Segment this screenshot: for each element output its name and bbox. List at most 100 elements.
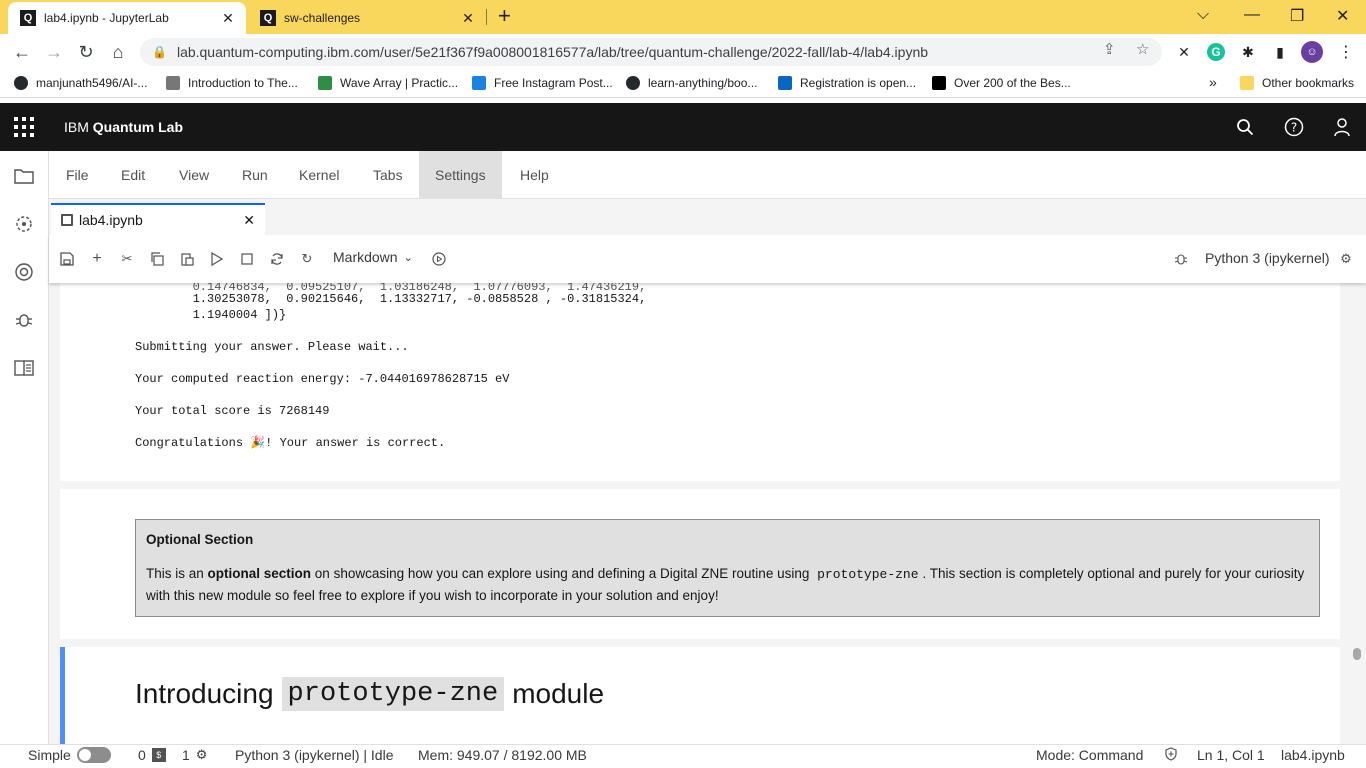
close-tab-icon[interactable]: ✕ [243,212,255,229]
markdown-cell-heading[interactable]: Introducing prototype-zne module [60,647,1340,744]
browser-tab-jupyterlab[interactable]: Q lab4.ipynb - JupyterLab ✕ [8,2,246,34]
home-icon[interactable]: ⌂ [107,41,129,63]
terminals-count[interactable]: 0 $ [138,747,166,763]
restart-kernel-icon[interactable] [268,250,286,268]
qiskit-favicon-icon: Q [260,10,276,26]
close-tab-icon[interactable]: ✕ [220,10,236,27]
restore-icon[interactable]: ❐ [1290,6,1304,26]
add-cell-icon[interactable]: + [88,250,106,268]
chrome-menu-icon[interactable]: ⋮ [1337,43,1355,61]
share-icon[interactable]: ⇪ [1103,40,1116,58]
svg-text:?: ? [1291,121,1297,135]
cursor-position[interactable]: Ln 1, Col 1 [1197,747,1265,763]
save-icon[interactable] [58,250,76,268]
medium-icon [932,76,946,90]
tab-search-chevron-icon[interactable]: ⌵ [1197,6,1209,24]
browser-tab-strip: Q lab4.ipynb - JupyterLab ✕ Q sw-challen… [0,0,1366,34]
table-of-contents-icon[interactable] [13,357,35,379]
running-sessions-icon[interactable] [13,213,35,235]
stop-circle-icon[interactable] [13,261,35,283]
qiskit-favicon-icon: Q [20,10,36,26]
more-bookmarks-chevron-icon[interactable]: » [1209,74,1217,90]
debugger-bug-icon[interactable] [13,309,35,331]
jupyter-menu-bar: File Edit View Run Kernel Tabs Settings … [49,151,1366,199]
menu-run[interactable]: Run [226,151,284,199]
execution-time-icon[interactable] [430,250,448,268]
status-filename: lab4.ipynb [1281,747,1345,763]
menu-kernel[interactable]: Kernel [283,151,355,199]
new-tab-button[interactable]: + [498,5,511,27]
other-bookmarks-folder[interactable]: Other bookmarks [1240,76,1354,90]
bookmark-label: Introduction to The... [188,76,298,90]
copy-icon[interactable] [148,250,166,268]
cut-icon[interactable]: ✂ [118,250,136,268]
bookmark-item[interactable]: Free Instagram Post... [472,76,613,90]
reload-icon[interactable]: ↻ [75,41,97,63]
bookmark-item[interactable]: manjunath5496/AI-... [14,76,147,90]
debug-bug-icon[interactable] [1172,250,1190,268]
kernel-name[interactable]: Python 3 (ipykernel) [1205,250,1330,266]
kernels-count[interactable]: 1 ⚙ [182,747,207,763]
bookmark-item[interactable]: learn-anything/boo... [626,76,757,90]
bookmark-item[interactable]: Introduction to The... [166,76,298,90]
back-arrow-icon[interactable]: ← [11,41,33,63]
app-switcher-icon[interactable] [14,117,34,137]
menu-help[interactable]: Help [504,151,565,199]
simple-mode-toggle[interactable]: Simple [28,747,111,763]
menu-edit[interactable]: Edit [105,151,161,199]
search-icon[interactable] [1233,115,1257,139]
user-icon[interactable] [1330,115,1354,139]
grammarly-extension-icon[interactable]: G [1207,43,1225,61]
ibm-quantum-lab-title[interactable]: IBM Quantum Lab [64,119,183,135]
document-tab-bar: lab4.ipynb ✕ [49,199,1366,235]
kernel-status-icon: ⚙ [1340,251,1352,266]
help-icon[interactable]: ? [1282,115,1306,139]
optional-section-box: Optional Section This is an optional sec… [135,519,1320,617]
gfg-icon [318,76,332,90]
menu-file[interactable]: File [50,151,105,199]
paste-icon[interactable] [178,250,196,268]
x-extension-icon[interactable]: ✕ [1175,43,1193,61]
interrupt-stop-icon[interactable] [238,250,256,268]
side-panel-icon[interactable]: ▮ [1271,43,1289,61]
close-tab-icon[interactable]: ✕ [460,10,476,27]
bookmark-label: Registration is open... [800,76,917,90]
bookmark-label: Free Instagram Post... [494,76,613,90]
output-line: Your computed reaction energy: -7.044016… [135,372,510,386]
profile-avatar[interactable]: ☺ [1301,41,1323,63]
run-cell-play-icon[interactable] [208,250,226,268]
kernel-status[interactable]: Python 3 (ipykernel) | Idle [235,747,394,763]
file-browser-folder-icon[interactable] [13,165,35,187]
output-line: Submitting your answer. Please wait... [135,340,409,354]
doc-tab-label: lab4.ipynb [79,212,143,228]
close-window-icon[interactable]: ✕ [1336,6,1349,26]
bookmark-label: learn-anything/boo... [648,76,758,90]
tab-lab4-notebook[interactable]: lab4.ipynb ✕ [51,203,265,235]
menu-view[interactable]: View [163,151,225,199]
output-line: Your total score is 7268149 [135,404,330,418]
left-sidebar [0,151,49,744]
scrollbar-thumb[interactable] [1353,648,1361,660]
extensions-puzzle-icon[interactable]: ✱ [1239,43,1257,61]
notebook-icon [61,214,73,226]
menu-settings[interactable]: Settings [419,151,502,199]
bookmark-item[interactable]: Registration is open... [778,76,916,90]
output-cell[interactable]: 0.14746834, 0.09525107, 1.03186248, 1.07… [60,283,1340,481]
cell-type-dropdown[interactable]: Markdown ⌄ [333,249,413,265]
browser-tab-label: sw-challenges [284,11,361,25]
toggle-switch[interactable] [76,747,111,763]
markdown-cell-optional[interactable]: Optional Section This is an optional sec… [60,489,1340,639]
notebook-toolbar: + ✂ ↻ Markdown ⌄ Python 3 (ipykernel) ⚙ [49,235,1366,283]
bookmarks-bar: manjunath5496/AI-... Introduction to The… [0,70,1366,98]
bookmark-star-icon[interactable]: ☆ [1136,40,1149,58]
browser-tab-sw-challenges[interactable]: Q sw-challenges ✕ [248,2,486,34]
restart-run-all-icon[interactable]: ↻ [298,250,316,268]
address-bar[interactable]: 🔒 lab.quantum-computing.ibm.com/user/5e2… [140,38,1162,66]
lock-icon[interactable]: 🔒 [152,45,167,59]
bookmark-item[interactable]: Wave Array | Practic... [318,76,458,90]
trust-shield-icon[interactable] [1164,747,1178,761]
forward-arrow-icon[interactable]: → [43,41,65,63]
bookmark-item[interactable]: Over 200 of the Bes... [932,76,1071,90]
menu-tabs[interactable]: Tabs [357,151,419,199]
minimize-icon[interactable]: — [1244,6,1260,24]
